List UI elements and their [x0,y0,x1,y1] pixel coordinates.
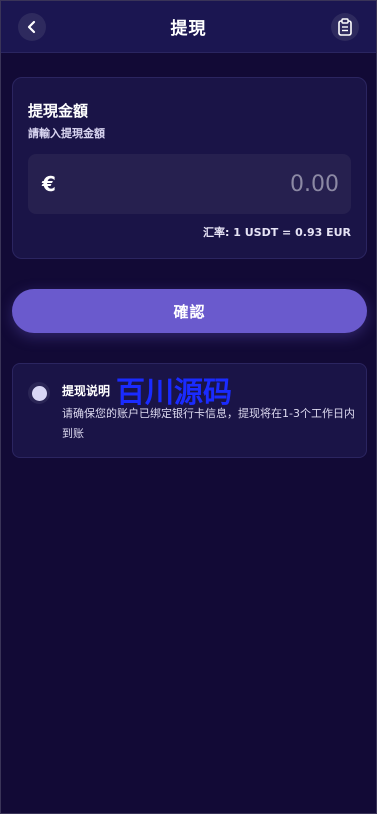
chevron-left-icon [27,20,36,34]
info-title: 提现说明 [62,384,111,398]
page-title: 提現 [170,19,207,39]
withdraw-info-card: 提现说明 请确保您的账户已绑定银行卡信息，提现将在1-3个工作日内到账 [12,363,367,458]
withdraw-amount-card: 提現金額 請輸入提現金額 € 汇率: 1 USDT = 0.93 EUR [12,77,367,259]
withdraw-records-button[interactable] [331,13,359,41]
back-button[interactable] [18,13,46,41]
info-text: 请确保您的账户已绑定银行卡信息，提现将在1-3个工作日内到账 [62,407,355,440]
app-frame: 提現 提現金額 請輸入提現金額 € 汇率: 1 USDT = 0.93 EUR … [0,0,377,814]
top-bar: 提現 [1,1,376,53]
amount-subtitle: 請輸入提現金額 [28,127,105,140]
info-dot-icon [28,382,50,404]
clipboard-icon [338,18,352,36]
amount-input[interactable] [99,166,339,202]
confirm-button[interactable]: 確認 [12,289,367,333]
euro-currency-icon: € [42,172,56,196]
amount-field[interactable]: € [28,154,351,214]
amount-title: 提現金額 [28,102,89,120]
exchange-rate: 汇率: 1 USDT = 0.93 EUR [203,226,351,239]
